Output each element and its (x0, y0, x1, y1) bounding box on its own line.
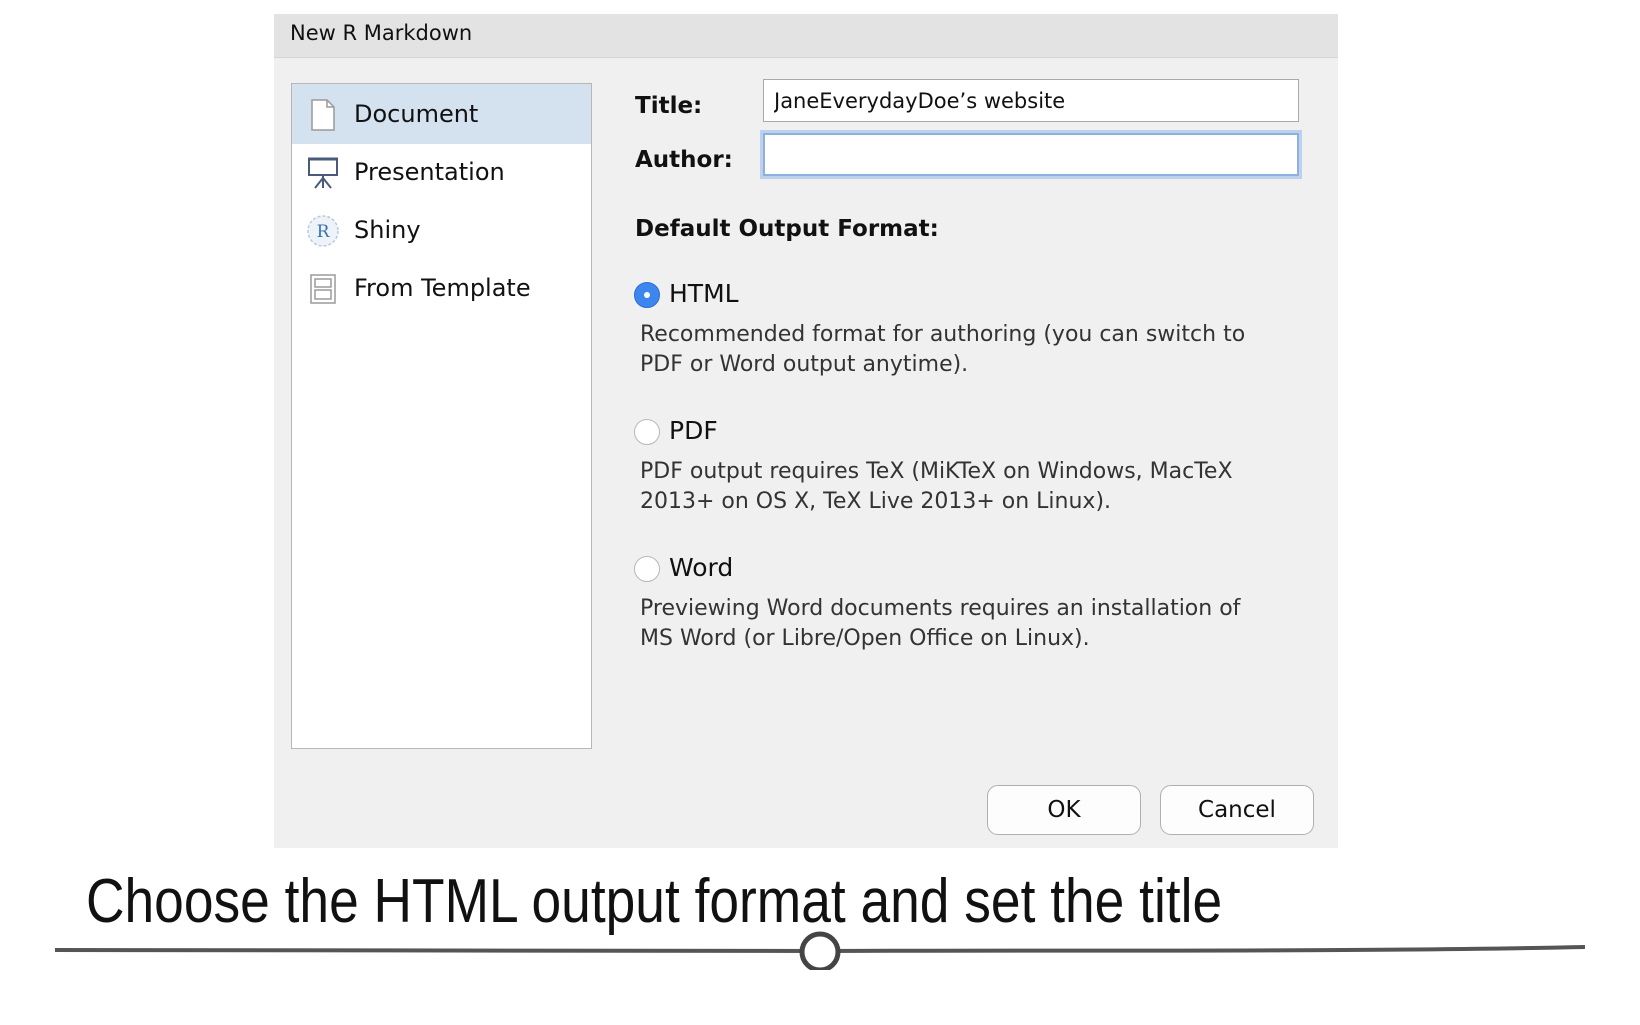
description-line: MS Word (or Libre/Open Office on Linux). (640, 626, 1090, 651)
svg-text:R: R (317, 222, 331, 242)
title-field[interactable] (763, 79, 1299, 122)
output-format-heading: Default Output Format: (635, 216, 939, 242)
document-type-list: Document Presentation R Shiny From Templ… (291, 83, 592, 749)
cancel-button[interactable]: Cancel (1160, 785, 1314, 835)
pdf-option-label[interactable]: PDF (669, 416, 718, 445)
sidebar-item-label: Presentation (354, 158, 505, 186)
author-label: Author: (635, 147, 733, 173)
document-icon (306, 98, 340, 132)
author-field[interactable] (763, 133, 1299, 176)
word-radio[interactable] (634, 556, 660, 582)
caption-text: Choose the HTML output format and set th… (86, 867, 1223, 936)
sidebar-item-label: From Template (354, 274, 531, 302)
timeline-handle (799, 931, 841, 970)
pdf-option-description: PDF output requires TeX (MiKTeX on Windo… (640, 457, 1280, 517)
html-option-description: Recommended format for authoring (you ca… (640, 320, 1280, 380)
description-line: Previewing Word documents requires an in… (640, 596, 1241, 621)
shiny-r-icon: R (306, 214, 340, 248)
new-r-markdown-dialog: New R Markdown Document Presentation R S… (274, 14, 1338, 848)
presentation-icon (306, 156, 340, 190)
description-line: PDF or Word output anytime). (640, 352, 969, 377)
sidebar-item-from-template[interactable]: From Template (292, 258, 591, 318)
word-option-description: Previewing Word documents requires an in… (640, 594, 1280, 654)
timeline-scrubber[interactable] (55, 930, 1585, 970)
sidebar-item-shiny[interactable]: R Shiny (292, 200, 591, 260)
dialog-title: New R Markdown (290, 21, 473, 45)
description-line: Recommended format for authoring (you ca… (640, 322, 1246, 347)
ok-button[interactable]: OK (987, 785, 1141, 835)
template-icon (306, 272, 340, 306)
description-line: PDF output requires TeX (MiKTeX on Windo… (640, 459, 1233, 484)
dialog-titlebar[interactable]: New R Markdown (274, 14, 1338, 58)
pdf-radio[interactable] (634, 419, 660, 445)
html-option-label[interactable]: HTML (669, 279, 739, 308)
sidebar-item-label: Document (354, 100, 479, 128)
sidebar-item-label: Shiny (354, 216, 421, 244)
sidebar-item-document[interactable]: Document (292, 84, 591, 144)
description-line: 2013+ on OS X, TeX Live 2013+ on Linux). (640, 489, 1112, 514)
word-option-label[interactable]: Word (669, 553, 733, 582)
html-radio[interactable] (634, 282, 660, 308)
title-label: Title: (635, 93, 703, 119)
sidebar-item-presentation[interactable]: Presentation (292, 142, 591, 202)
